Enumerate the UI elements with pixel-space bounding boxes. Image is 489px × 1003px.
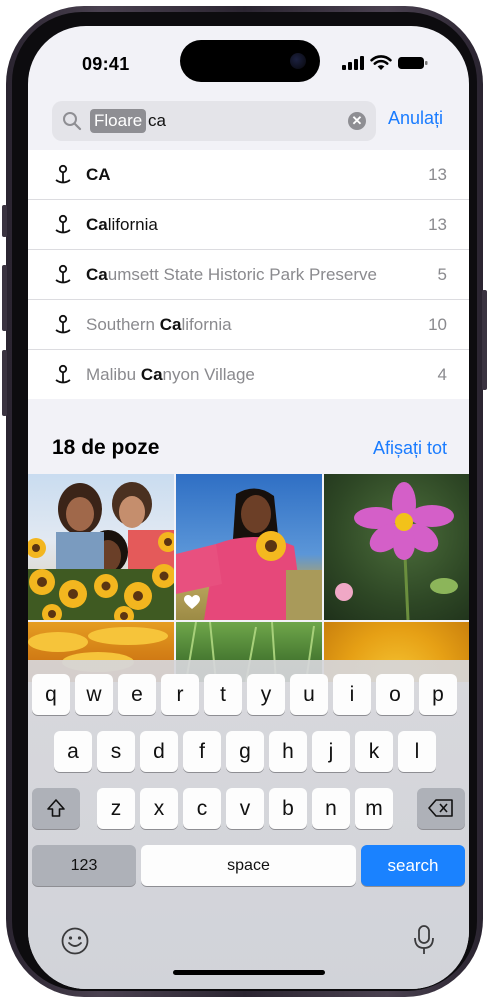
status-time: 09:41 — [82, 54, 130, 74]
result-row[interactable]: CA 13 — [28, 150, 469, 200]
key-d[interactable]: d — [140, 731, 178, 772]
result-row[interactable]: California 13 — [28, 200, 469, 250]
result-count: 13 — [428, 215, 447, 234]
delete-key[interactable] — [417, 788, 465, 829]
shift-icon — [47, 799, 65, 817]
power-button — [482, 290, 487, 390]
photo-thumbnail[interactable] — [324, 474, 469, 620]
key-p[interactable]: p — [419, 674, 457, 715]
action-button — [2, 205, 7, 237]
map-pin-icon — [55, 214, 71, 234]
space-key[interactable]: space — [141, 845, 356, 886]
key-v[interactable]: v — [226, 788, 264, 829]
cancel-button[interactable]: Anulați — [388, 108, 443, 129]
result-label: California — [86, 215, 158, 234]
clear-icon[interactable]: ✕ — [348, 112, 366, 130]
key-r[interactable]: r — [161, 674, 199, 715]
key-u[interactable]: u — [290, 674, 328, 715]
result-label: Caumsett State Historic Park Preserve — [86, 265, 377, 284]
key-q[interactable]: q — [32, 674, 70, 715]
photo-thumbnail[interactable] — [176, 474, 322, 620]
heart-icon — [184, 595, 200, 609]
key-c[interactable]: c — [183, 788, 221, 829]
keyboard: q w e r t y u i o p a s d f g h j k l z … — [28, 660, 469, 989]
key-s[interactable]: s — [97, 731, 135, 772]
result-count: 4 — [437, 365, 447, 384]
result-count: 13 — [428, 165, 447, 184]
status-bar: 09:41 — [28, 26, 469, 96]
key-t[interactable]: t — [204, 674, 242, 715]
home-indicator[interactable] — [173, 970, 325, 975]
result-label: Malibu Canyon Village — [86, 365, 255, 384]
wifi-icon — [370, 55, 392, 70]
key-g[interactable]: g — [226, 731, 264, 772]
key-b[interactable]: b — [269, 788, 307, 829]
key-z[interactable]: z — [97, 788, 135, 829]
photos-section-header: 18 de poze Afișați tot — [28, 424, 469, 474]
result-count: 5 — [437, 265, 447, 284]
key-i[interactable]: i — [333, 674, 371, 715]
key-f[interactable]: f — [183, 731, 221, 772]
map-pin-icon — [55, 364, 71, 384]
show-all-button[interactable]: Afișați tot — [373, 438, 447, 459]
photo-image — [28, 482, 174, 620]
search-bar: Floare ca ✕ Anulați — [28, 98, 469, 148]
key-a[interactable]: a — [54, 731, 92, 772]
emoji-icon[interactable] — [60, 926, 90, 956]
search-token-flower[interactable]: Floare — [90, 109, 147, 133]
map-pin-icon — [55, 314, 71, 334]
key-k[interactable]: k — [355, 731, 393, 772]
key-n[interactable]: n — [312, 788, 350, 829]
key-w[interactable]: w — [75, 674, 113, 715]
key-m[interactable]: m — [355, 788, 393, 829]
shift-key[interactable] — [32, 788, 80, 829]
key-l[interactable]: l — [398, 731, 436, 772]
search-input[interactable]: Floare ca ✕ — [52, 101, 376, 141]
front-camera — [290, 53, 306, 69]
photo-image — [335, 482, 458, 620]
location-results-list: CA 13 California 13 Caumsett State Histo… — [28, 150, 469, 399]
cellular-signal-icon — [342, 56, 364, 70]
key-y[interactable]: y — [247, 674, 285, 715]
key-e[interactable]: e — [118, 674, 156, 715]
search-query-text: ca — [148, 111, 166, 130]
result-label: CA — [86, 165, 111, 184]
map-pin-icon — [55, 264, 71, 284]
photos-count-title: 18 de poze — [52, 436, 160, 459]
result-row[interactable]: Malibu Canyon Village 4 — [28, 350, 469, 399]
numbers-key[interactable]: 123 — [32, 845, 136, 886]
volume-down-button — [2, 350, 7, 416]
key-x[interactable]: x — [140, 788, 178, 829]
photo-grid — [28, 474, 469, 682]
volume-up-button — [2, 265, 7, 331]
search-icon — [63, 112, 82, 131]
key-j[interactable]: j — [312, 731, 350, 772]
key-o[interactable]: o — [376, 674, 414, 715]
map-pin-icon — [55, 164, 71, 184]
battery-icon — [398, 57, 428, 69]
delete-icon — [428, 799, 453, 817]
dynamic-island — [180, 40, 320, 82]
microphone-icon[interactable] — [412, 924, 436, 956]
search-key[interactable]: search — [361, 845, 465, 886]
photo-thumbnail[interactable] — [28, 474, 174, 620]
result-label: Southern California — [86, 315, 232, 334]
result-count: 10 — [428, 315, 447, 334]
key-h[interactable]: h — [269, 731, 307, 772]
status-icons — [342, 52, 428, 74]
result-row[interactable]: Caumsett State Historic Park Preserve 5 — [28, 250, 469, 300]
result-row[interactable]: Southern California 10 — [28, 300, 469, 350]
screen: 09:41 Floare ca ✕ Anulați CA 13 Californ… — [28, 26, 469, 989]
